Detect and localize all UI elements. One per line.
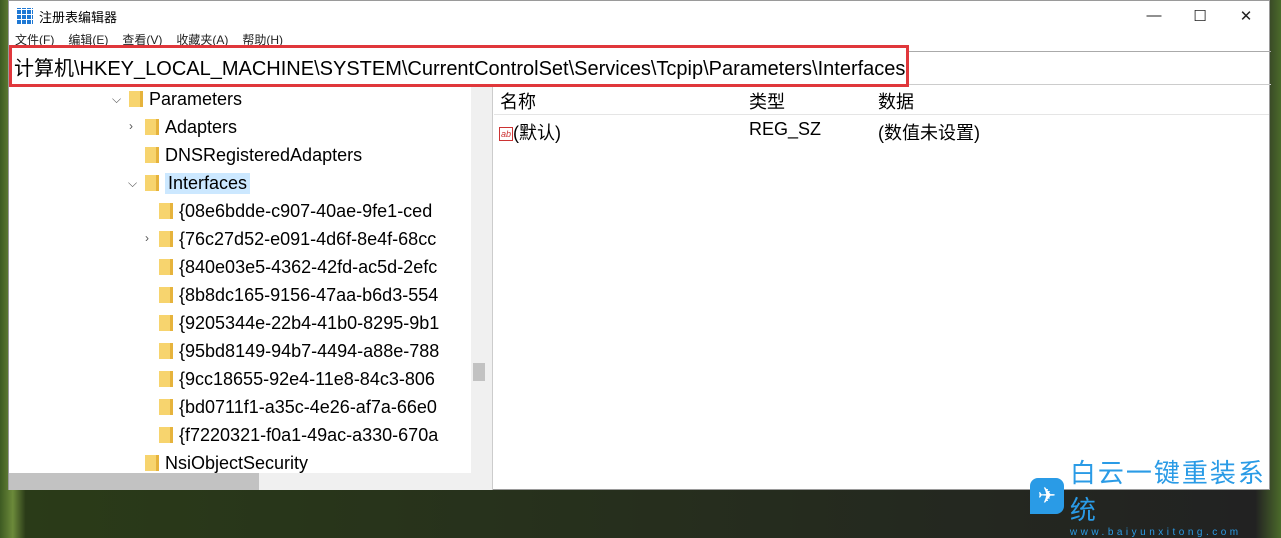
scroll-thumb[interactable] (473, 363, 485, 381)
tree-item-interface-guid[interactable]: {9205344e-22b4-41b0-8295-9b1 (159, 309, 439, 337)
chevron-down-icon[interactable]: ⌵ (128, 176, 137, 191)
tree-label: Parameters (149, 88, 243, 109)
watermark-url: www.baiyunxitong.com (1069, 527, 1242, 538)
title-bar: 注册表编辑器 — ☐ ✕ (9, 1, 1269, 31)
tree-label: {08e6bdde-c907-40ae-9fe1-ced (179, 200, 433, 221)
scroll-thumb[interactable] (9, 473, 259, 490)
tree-label: {8b8dc165-9156-47aa-b6d3-554 (179, 284, 439, 305)
tree-item-dnsregisteredadapters[interactable]: DNSRegisteredAdapters (145, 141, 362, 169)
tree-item-interface-guid[interactable]: {76c27d52-e091-4d6f-8e4f-68cc (159, 225, 436, 253)
tree-item-interface-guid[interactable]: {f7220321-f0a1-49ac-a330-670a (159, 421, 438, 449)
tree-label: {bd0711f1-a35c-4e26-af7a-66e0 (179, 396, 437, 417)
registry-editor-window: 注册表编辑器 — ☐ ✕ 文件(F) 编辑(E) 查看(V) 收藏夹(A) 帮助… (8, 0, 1271, 490)
column-type[interactable]: 类型 (749, 88, 785, 114)
folder-icon (159, 259, 173, 275)
maximize-button[interactable]: ☐ (1177, 7, 1223, 25)
folder-icon (145, 455, 159, 471)
value-name: (默认) (513, 123, 561, 143)
tree-label: DNSRegisteredAdapters (165, 144, 363, 165)
tree-label: {9cc18655-92e4-11e8-84c3-806 (179, 368, 435, 389)
regedit-icon (17, 8, 33, 24)
folder-icon (129, 91, 143, 107)
tree-item-interface-guid[interactable]: {840e03e5-4362-42fd-ac5d-2efc (159, 253, 437, 281)
pane-splitter[interactable] (487, 87, 493, 490)
watermark-title: 白云一键重装系统 (1069, 458, 1266, 525)
tree-label: Interfaces (165, 172, 251, 194)
list-header: 名称 类型 数据 (494, 87, 1269, 115)
address-bar[interactable]: 计算机\HKEY_LOCAL_MACHINE\SYSTEM\CurrentCon… (9, 45, 909, 87)
string-value-icon: ab (499, 127, 513, 142)
tree-item-interface-guid[interactable]: {9cc18655-92e4-11e8-84c3-806 (159, 365, 435, 393)
tree-label: {840e03e5-4362-42fd-ac5d-2efc (179, 256, 438, 277)
tree-item-interface-guid[interactable]: {08e6bdde-c907-40ae-9fe1-ced (159, 197, 432, 225)
folder-icon (159, 203, 173, 219)
tree-vertical-scrollbar[interactable] (471, 87, 487, 473)
value-type: REG_SZ (749, 119, 822, 139)
folder-icon (145, 147, 159, 163)
column-name[interactable]: 名称 (500, 88, 536, 114)
column-data[interactable]: 数据 (878, 88, 914, 114)
tree-item-adapters[interactable]: Adapters (145, 113, 237, 141)
watermark-logo: ✈ 白云一键重装系统 www.baiyunxitong.com (1030, 453, 1281, 538)
folder-icon (159, 231, 173, 247)
tree-label: NsiObjectSecurity (165, 452, 309, 473)
close-button[interactable]: ✕ (1223, 7, 1269, 25)
folder-icon (145, 175, 159, 191)
values-list: 名称 类型 数据 ab (默认) REG_SZ (数值未设置) (494, 87, 1269, 489)
chevron-down-icon[interactable]: ⌵ (112, 92, 121, 107)
folder-icon (159, 287, 173, 303)
bird-logo-icon: ✈ (1030, 477, 1064, 514)
tree-item-interfaces[interactable]: Interfaces (145, 169, 251, 197)
key-tree: ⌵ Parameters › Adapters DNSRegisteredAda… (9, 87, 487, 473)
folder-icon (145, 119, 159, 135)
folder-icon (159, 343, 173, 359)
tree-item-interface-guid[interactable]: {8b8dc165-9156-47aa-b6d3-554 (159, 281, 438, 309)
folder-icon (159, 371, 173, 387)
tree-item-parameters[interactable]: Parameters (129, 87, 242, 113)
chevron-right-icon[interactable]: › (129, 119, 133, 133)
tree-horizontal-scrollbar[interactable] (9, 473, 487, 490)
tree-label: {76c27d52-e091-4d6f-8e4f-68cc (179, 228, 437, 249)
chevron-right-icon[interactable]: › (145, 231, 149, 245)
tree-label: {9205344e-22b4-41b0-8295-9b1 (179, 312, 440, 333)
folder-icon (159, 399, 173, 415)
tree-label: {f7220321-f0a1-49ac-a330-670a (179, 424, 439, 445)
tree-label: {95bd8149-94b7-4494-a88e-788 (179, 340, 440, 361)
value-row[interactable]: ab (默认) REG_SZ (数值未设置) (494, 115, 1269, 145)
folder-icon (159, 315, 173, 331)
tree-label: Adapters (165, 116, 238, 137)
tree-item-nsiobjectsecurity[interactable]: NsiObjectSecurity (145, 449, 308, 473)
value-data: (数值未设置) (878, 123, 980, 143)
minimize-button[interactable]: — (1131, 7, 1177, 25)
tree-item-interface-guid[interactable]: {bd0711f1-a35c-4e26-af7a-66e0 (159, 393, 437, 421)
folder-icon (159, 427, 173, 443)
window-title: 注册表编辑器 (39, 9, 118, 25)
tree-item-interface-guid[interactable]: {95bd8149-94b7-4494-a88e-788 (159, 337, 439, 365)
